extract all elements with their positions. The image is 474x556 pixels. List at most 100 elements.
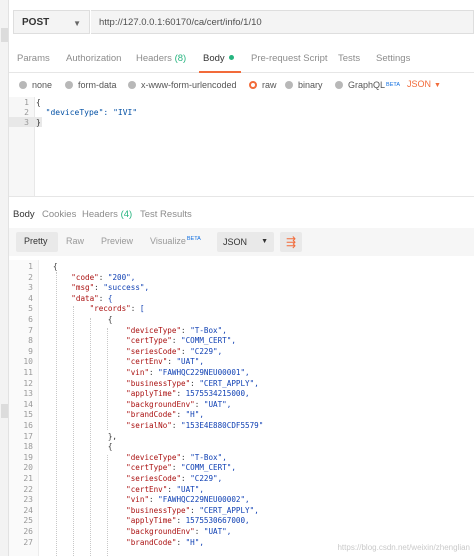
line-number: 26 [23, 527, 33, 536]
line-number: 8 [28, 336, 33, 346]
response-toolbar: Pretty Raw Preview VisualizeBETA JSON ▼ ⇶ [9, 228, 474, 256]
tab-test-results[interactable]: Test Results [140, 209, 192, 220]
url-text: http://127.0.0.1:60170/ca/cert/info/1/10 [99, 16, 262, 28]
code-line: "businessType": "CERT_APPLY", [126, 378, 259, 388]
line-number: 2 [28, 272, 33, 282]
tab-params[interactable]: Params [17, 53, 50, 64]
code-line: { [36, 98, 41, 107]
wrap-lines-icon[interactable]: ⇶ [280, 232, 302, 252]
radio-none[interactable]: none [19, 80, 52, 90]
line-number: 7 [28, 325, 33, 335]
request-body-editor[interactable]: 1 2 3 { "deviceType": "IVI" } [9, 97, 474, 197]
chevron-down-icon: ▼ [261, 238, 268, 245]
postman-window: POST ▼ http://127.0.0.1:60170/ca/cert/in… [0, 0, 474, 556]
tab-pre-request-script[interactable]: Pre-request Script [251, 53, 328, 64]
line-number: 13 [23, 389, 33, 399]
visualize-button[interactable]: VisualizeBETA [150, 236, 201, 246]
radio-icon [65, 81, 73, 89]
line-number: 12 [23, 378, 33, 388]
code-line: "data": { [71, 293, 113, 303]
code-line: { [53, 442, 113, 452]
tab-headers[interactable]: Headers (8) [136, 53, 186, 64]
radio-urlencoded[interactable]: x-www-form-urlencoded [128, 80, 237, 90]
line-number: 5 [28, 304, 33, 314]
code-line: "seriesCode": "C229", [126, 346, 223, 356]
line-number: 4 [28, 293, 33, 303]
preview-button[interactable]: Preview [101, 236, 133, 246]
line-number: 3 [28, 283, 33, 293]
line-number: 24 [23, 505, 33, 515]
url-input[interactable]: http://127.0.0.1:60170/ca/cert/info/1/10 [91, 10, 474, 34]
radio-icon [335, 81, 343, 89]
code-line: "backgroundEnv": "UAT", [126, 399, 232, 409]
line-number: 27 [23, 537, 33, 547]
code-line: "backgroundEnv": "UAT", [126, 527, 232, 536]
code-line: "deviceType": "T-Box", [126, 325, 227, 335]
code-line: "certEnv": "UAT", [126, 484, 204, 494]
tab-body[interactable]: Body [203, 53, 234, 64]
radio-form-data[interactable]: form-data [65, 80, 117, 90]
code-line: "applyTime": 1575534215000, [126, 389, 250, 399]
radio-binary[interactable]: binary [285, 80, 323, 90]
sidebar-marker[interactable] [1, 404, 8, 418]
sidebar-marker[interactable] [1, 28, 8, 42]
code-line: "brandCode": "H", [126, 537, 204, 547]
line-number: 14 [23, 399, 33, 409]
body-mode-radios: none form-data x-www-form-urlencoded raw… [9, 76, 474, 96]
body-format-select[interactable]: JSON ▼ [407, 79, 441, 89]
code-line: "certType": "COMM_CERT", [126, 336, 236, 346]
line-number: 17 [23, 431, 33, 441]
response-tabs: Body Cookies Headers (4) Test Results [9, 205, 474, 225]
line-number: 10 [23, 357, 33, 367]
active-tab-underline [199, 71, 241, 73]
code-line: "certType": "COMM_CERT", [126, 463, 236, 473]
code-line: }, [53, 431, 118, 441]
line-number: 16 [23, 421, 33, 430]
line-number: 20 [23, 463, 33, 473]
chevron-down-icon: ▼ [434, 82, 441, 89]
code-line: { [53, 262, 58, 271]
code-line: "deviceType": "T-Box", [126, 452, 227, 462]
radio-selected-icon [249, 81, 257, 89]
response-format-select[interactable]: JSON ▼ [217, 232, 274, 252]
code-line: "vin": "FAWHQC229NEU00001", [126, 368, 250, 377]
line-number: 21 [23, 474, 33, 483]
pretty-button[interactable]: Pretty [24, 236, 48, 246]
line-number: 18 [23, 442, 33, 452]
code-line: "applyTime": 1575530667000, [126, 516, 250, 526]
line-number: 9 [28, 346, 33, 356]
response-headers-count: (4) [120, 209, 133, 220]
code-line: "serialNo": "153E4E880CDF5579" [126, 421, 264, 430]
radio-icon [19, 81, 27, 89]
chevron-down-icon: ▼ [73, 19, 81, 28]
line-number: 11 [23, 368, 33, 377]
beta-badge: BETA [386, 82, 400, 88]
code-line: "brandCode": "H", [126, 410, 204, 420]
tab-settings[interactable]: Settings [376, 53, 410, 64]
radio-raw[interactable]: raw [249, 80, 277, 90]
line-number: 6 [28, 315, 33, 324]
tab-cookies[interactable]: Cookies [42, 209, 76, 220]
code-line: "seriesCode": "C229", [126, 474, 223, 483]
tab-tests[interactable]: Tests [338, 53, 360, 64]
tab-response-body[interactable]: Body [13, 209, 35, 220]
headers-count: (8) [174, 53, 187, 64]
radio-icon [285, 81, 293, 89]
radio-graphql[interactable]: GraphQL BETA [335, 80, 400, 90]
tab-authorization[interactable]: Authorization [66, 53, 121, 64]
method-label: POST [22, 16, 50, 28]
left-sidebar-strip [0, 0, 9, 556]
line-number: 15 [23, 410, 33, 420]
code-line: "deviceType": "IVI" [36, 108, 138, 117]
method-select[interactable]: POST ▼ [13, 10, 90, 34]
code-line: "code": "200", [71, 272, 136, 282]
response-body-viewer[interactable]: 1 {2 "code": "200", 3 "msg": "success", 4 "… [9, 260, 474, 556]
line-number: 22 [23, 484, 33, 494]
code-line: } [36, 118, 41, 127]
beta-badge: BETA [186, 236, 201, 242]
raw-button[interactable]: Raw [66, 236, 84, 246]
tab-response-headers[interactable]: Headers (4) [82, 209, 132, 220]
line-number: 23 [23, 495, 33, 505]
code-line: "records": [ [89, 304, 145, 314]
line-number: 3 [24, 118, 29, 127]
